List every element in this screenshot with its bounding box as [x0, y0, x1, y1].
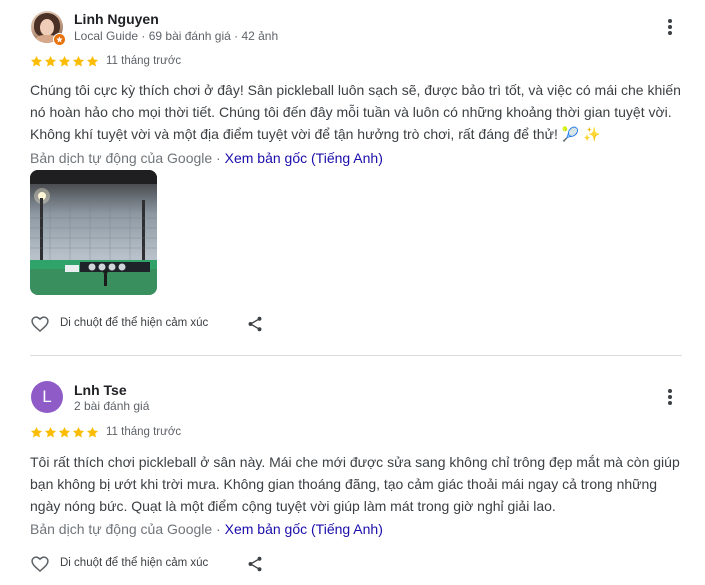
star-rating — [30, 426, 99, 439]
star-rating — [30, 55, 99, 68]
star-icon — [44, 55, 57, 67]
separator: · — [212, 521, 225, 537]
local-guide-badge-icon — [53, 33, 66, 46]
review-actions: Di chuột để thể hiện cảm xúc — [30, 553, 280, 575]
more-options-icon[interactable] — [664, 17, 676, 37]
review-text: Tôi rất thích chơi pickleball ở sân này.… — [30, 454, 680, 514]
star-icon — [72, 55, 85, 67]
heart-outline-icon[interactable] — [30, 314, 50, 334]
star-icon — [72, 426, 85, 438]
star-icon — [44, 426, 57, 438]
reviewer-name[interactable]: Linh Nguyen — [74, 11, 159, 27]
reviewer-meta[interactable]: Local Guide · 69 bài đánh giá · 42 ảnh — [74, 29, 278, 43]
review-text: Chúng tôi cực kỳ thích chơi ở đây! Sân p… — [30, 82, 681, 142]
star-icon — [58, 55, 71, 67]
react-label[interactable]: Di chuột để thể hiện cảm xúc — [60, 557, 208, 569]
reviewer-meta[interactable]: 2 bài đánh giá — [74, 399, 149, 413]
review-photo[interactable] — [30, 170, 157, 295]
auto-translation-label: Bản dịch tự động của Google — [30, 521, 213, 537]
star-icon — [86, 55, 99, 67]
reviewer-name[interactable]: Lnh Tse — [74, 382, 127, 398]
review-time: 11 tháng trước — [106, 426, 182, 438]
heart-outline-icon[interactable] — [30, 554, 50, 574]
star-icon — [58, 426, 71, 438]
auto-translation-label: Bản dịch tự động của Google — [30, 150, 213, 166]
translation-line: Bản dịch tự động của Google · Xem bản gố… — [30, 521, 383, 537]
see-original-link[interactable]: Xem bản gốc (Tiếng Anh) — [225, 521, 383, 537]
avatar[interactable]: L — [31, 381, 63, 413]
react-label[interactable]: Di chuột để thể hiện cảm xúc — [60, 317, 208, 329]
more-options-icon[interactable] — [664, 387, 676, 407]
separator: · — [212, 150, 225, 166]
review-time: 11 tháng trước — [106, 55, 182, 67]
review-divider — [30, 355, 682, 356]
share-icon[interactable] — [246, 555, 264, 573]
review-actions: Di chuột để thể hiện cảm xúc — [30, 313, 280, 335]
star-icon — [30, 55, 43, 67]
star-icon — [30, 426, 43, 438]
share-icon[interactable] — [246, 315, 264, 333]
translation-line: Bản dịch tự động của Google · Xem bản gố… — [30, 150, 383, 166]
star-icon — [86, 426, 99, 438]
see-original-link[interactable]: Xem bản gốc (Tiếng Anh) — [225, 150, 383, 166]
